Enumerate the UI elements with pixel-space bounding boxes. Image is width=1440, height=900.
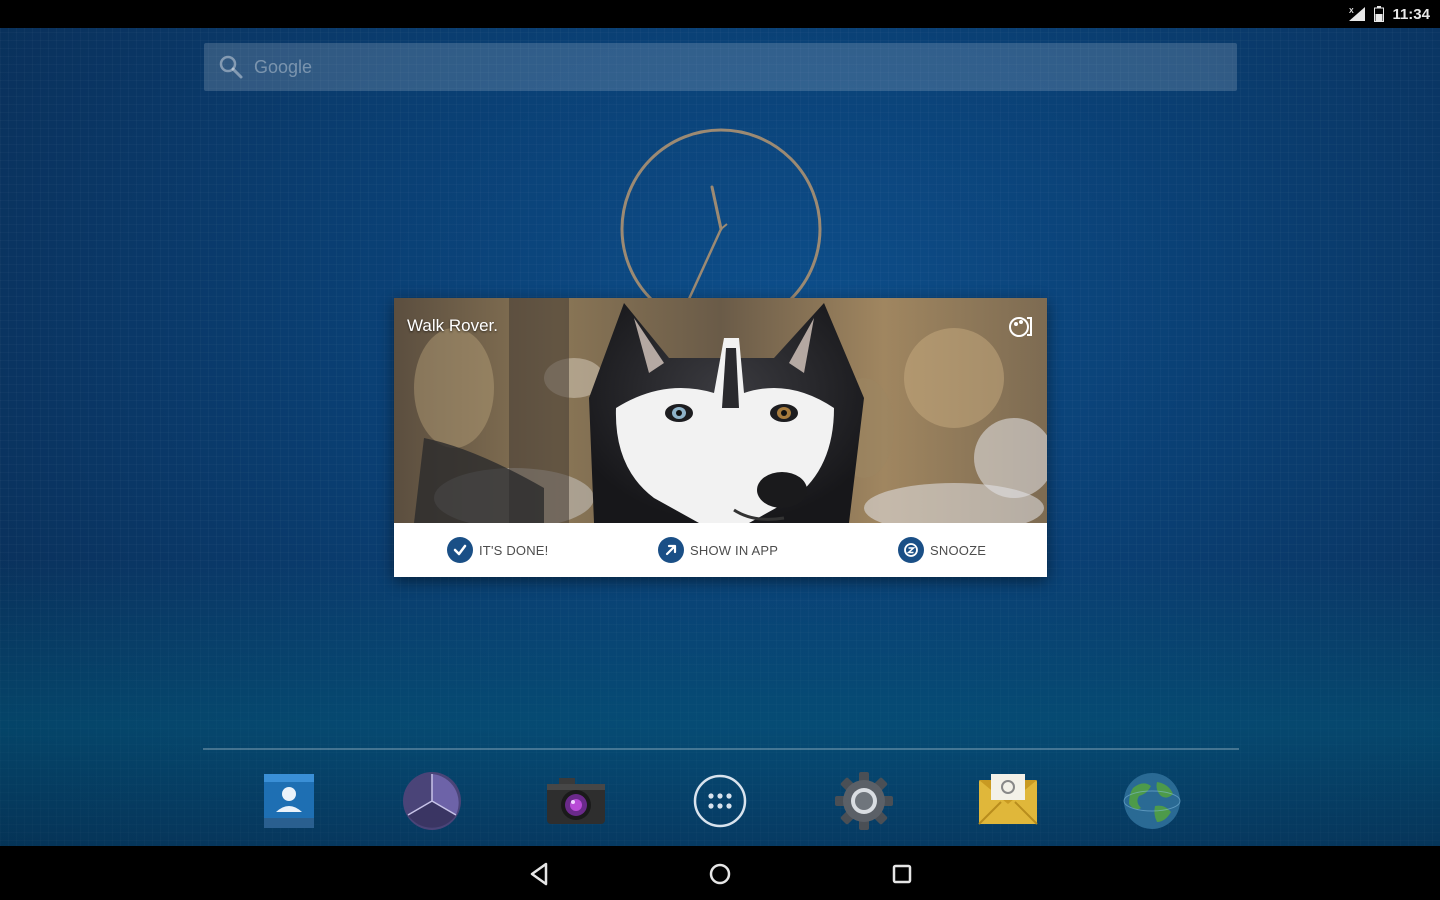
camera-icon[interactable] (545, 770, 607, 832)
status-time: 11:34 (1392, 5, 1430, 23)
status-icons: X 11:34 (1348, 0, 1430, 28)
its-done-label: IT'S DONE! (479, 542, 549, 558)
recents-icon[interactable] (887, 859, 917, 889)
search-icon (219, 55, 243, 79)
clock-minute-hand (687, 227, 723, 301)
husky-photo: Walk Rover. (394, 298, 1047, 523)
gear-icon[interactable] (833, 770, 895, 832)
signal-icon: X (1349, 7, 1366, 21)
palette-icon[interactable] (1007, 313, 1035, 341)
its-done-button[interactable]: IT'S DONE! (447, 523, 549, 577)
clock-hour-hand (710, 185, 723, 231)
reminder-notification-card[interactable]: Walk Rover. IT'S DONE! SHOW IN APP SNOOZ… (394, 298, 1047, 577)
gallery-icon[interactable] (401, 770, 463, 832)
search-placeholder: Google (254, 57, 313, 77)
arrow-icon (658, 537, 684, 563)
reminder-actions: IT'S DONE! SHOW IN APP SNOOZE (394, 523, 1047, 577)
snooze-button[interactable]: SNOOZE (898, 523, 986, 577)
show-in-app-button[interactable]: SHOW IN APP (658, 523, 778, 577)
show-in-app-label: SHOW IN APP (690, 542, 779, 558)
reminder-title: Walk Rover. (407, 316, 499, 335)
app-drawer-icon[interactable] (689, 770, 751, 832)
email-icon[interactable] (977, 770, 1039, 832)
snooze-label: SNOOZE (930, 542, 987, 558)
back-icon[interactable] (525, 859, 555, 889)
globe-icon[interactable] (1121, 770, 1183, 832)
search-bar[interactable]: Google (204, 43, 1237, 91)
navigation-bar (0, 846, 1440, 900)
status-bar: X 11:34 (0, 0, 1440, 28)
snooze-icon (898, 537, 924, 563)
check-icon (447, 537, 473, 563)
dock-divider (203, 748, 1239, 750)
home-icon[interactable] (705, 859, 735, 889)
battery-icon (1374, 6, 1385, 22)
svg-text:X: X (1349, 8, 1354, 15)
contacts-icon[interactable] (258, 770, 320, 832)
